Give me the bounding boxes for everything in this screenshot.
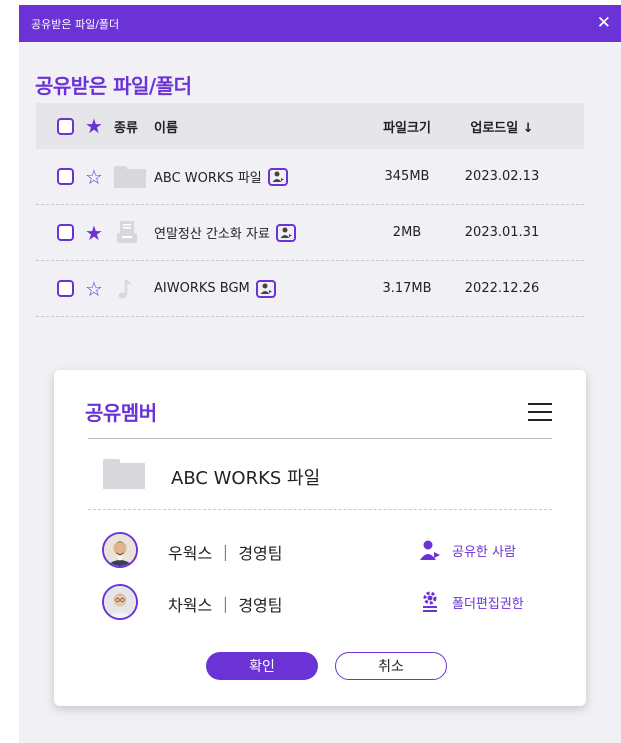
upload-date: 2022.12.26: [464, 281, 540, 296]
row-checkbox[interactable]: [57, 280, 74, 297]
shared-user-icon: [275, 223, 296, 242]
row-checkbox[interactable]: [57, 224, 74, 241]
file-name[interactable]: ABC WORKS 파일: [154, 167, 262, 186]
action-label: 폴더편집권한: [452, 596, 524, 612]
file-size: 345MB: [384, 169, 430, 184]
folder-icon: [103, 459, 145, 489]
member-name: 우웍스 ｜ 경영팀: [168, 544, 283, 563]
upload-date: 2023.02.13: [464, 169, 540, 184]
file-size: 2MB: [392, 225, 422, 240]
confirm-button[interactable]: 확인: [206, 652, 318, 680]
window-title: 공유받은 파일/폴더: [31, 17, 120, 31]
file-table: ★ 종류 이름 파일크기 업로드일 ↓ ☆ ABC WORKS 파일 345MB…: [36, 103, 584, 317]
table-row[interactable]: ☆ AIWORKS BGM 3.17MB 2022.12.26: [36, 261, 584, 317]
column-upload-date[interactable]: 업로드일 ↓: [452, 117, 552, 136]
avatar: [102, 532, 138, 568]
star-header-icon[interactable]: ★: [85, 116, 103, 136]
cancel-button[interactable]: 취소: [335, 652, 447, 680]
column-kind[interactable]: 종류: [114, 117, 154, 136]
shared-user-icon: [267, 167, 288, 186]
user-share-icon: [420, 540, 440, 560]
column-name[interactable]: 이름: [154, 117, 362, 136]
title-bar: 공유받은 파일/폴더 ✕: [19, 5, 621, 42]
settings-user-icon: [423, 591, 437, 612]
shared-by-action[interactable]: 공유한 사람: [420, 538, 516, 562]
table-row[interactable]: ★ 연말정산 간소화 자료 2MB 2023.01.31: [36, 205, 584, 261]
shared-folder-name: ABC WORKS 파일: [171, 468, 321, 489]
select-all-checkbox[interactable]: [57, 117, 74, 135]
folder-icon: [114, 165, 146, 188]
file-size: 3.17MB: [382, 281, 432, 296]
divider: [88, 509, 552, 510]
file-name[interactable]: AIWORKS BGM: [154, 281, 250, 296]
close-icon[interactable]: ✕: [597, 15, 611, 32]
upload-date: 2023.01.31: [464, 225, 540, 240]
folder-edit-permission-action[interactable]: 폴더편집권한: [420, 590, 524, 614]
star-outline-icon[interactable]: ☆: [85, 279, 103, 299]
document-icon: [117, 220, 137, 243]
share-members-dialog: 공유멤버 ABC WORKS 파일 우웍스 ｜ 경영팀 공유한 사람 차웍스 ｜…: [54, 370, 586, 706]
shared-user-icon: [255, 279, 276, 298]
action-label: 공유한 사람: [452, 544, 516, 560]
avatar: [102, 584, 138, 620]
row-checkbox[interactable]: [57, 168, 74, 185]
file-name[interactable]: 연말정산 간소화 자료: [154, 223, 270, 242]
table-row[interactable]: ☆ ABC WORKS 파일 345MB 2023.02.13: [36, 149, 584, 205]
divider: [88, 438, 552, 439]
menu-icon[interactable]: [528, 403, 552, 421]
table-header: ★ 종류 이름 파일크기 업로드일 ↓: [36, 103, 584, 149]
dialog-title: 공유멤버: [85, 401, 157, 425]
star-outline-icon[interactable]: ☆: [85, 167, 103, 187]
page-title: 공유받은 파일/폴더: [35, 74, 192, 98]
star-filled-icon[interactable]: ★: [85, 223, 103, 243]
column-size[interactable]: 파일크기: [362, 117, 452, 136]
music-note-icon: [118, 279, 132, 298]
member-name: 차웍스 ｜ 경영팀: [168, 596, 283, 615]
